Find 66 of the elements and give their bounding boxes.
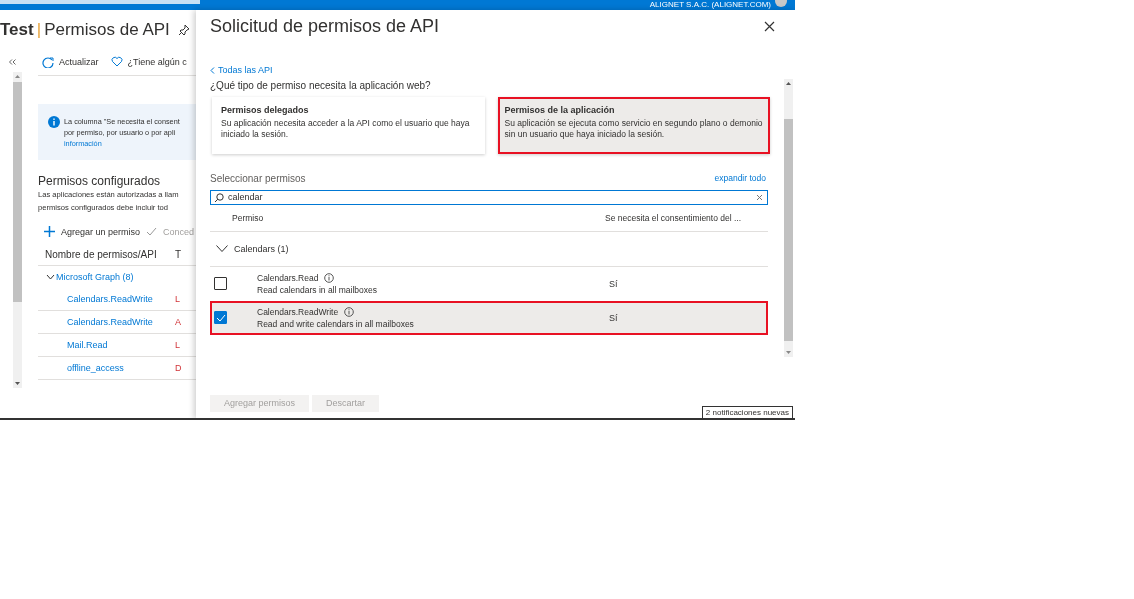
permission-link[interactable]: Calendars.ReadWrite [67,294,175,304]
search-bar[interactable] [0,0,200,4]
blade-title: Permisos de API [44,20,170,40]
refresh-icon [42,55,54,68]
back-link[interactable]: Todas las API [210,65,273,75]
permission-type-card[interactable]: Permisos delegados Su aplicación necesita acceder a la API como el usuario que haya iniciado la sesión. [212,96,485,154]
permission-description: Read and write calendars in all mailboxes [257,318,415,329]
blade-title: Test [0,20,34,40]
table-cell: Sí [609,278,618,289]
refresh-button[interactable]: Actualizar [42,55,99,68]
column-header: T [175,248,182,260]
scroll-thumb[interactable] [13,82,22,302]
title-separator: | [36,20,42,40]
info-icon [344,306,355,317]
expand-all-link[interactable]: expandir todo [714,173,766,183]
card-text: Su aplicación necesita acceder a la API como el usuario que haya iniciado la sesión. [221,117,471,140]
check-icon [146,227,158,236]
account-name: ALIGNET S.A.C. (ALIGNET.COM) [649,0,771,10]
permission-name: Calendars.Read [257,272,319,283]
permission-link[interactable]: Mail.Read [67,340,175,350]
column-header: Permiso [231,212,265,223]
table-cell: A [175,317,181,327]
table-cell: L [175,294,180,304]
chevron-icon [216,245,228,252]
scroll-up-icon [13,72,22,80]
heart-icon [110,56,123,67]
permission-link[interactable]: offline_access [67,363,175,373]
grant-button[interactable]: Conced [146,226,195,237]
permission-name: Calendars.ReadWrite [257,306,339,317]
chevron-icon [210,66,215,74]
table-cell: D [175,363,182,373]
column-header: Nombre de permisos/API [45,248,158,260]
table-cell: Sí [609,312,618,323]
column-header: Se necesita el consentimiento del ... [605,212,742,223]
question-text: ¿Qué tipo de permiso necesita la aplicación web? [210,79,432,91]
clear-icon [756,193,763,201]
checkbox[interactable] [214,311,227,324]
plus-icon [44,226,55,237]
checkbox[interactable] [214,277,227,290]
permission-type-card[interactable]: Permisos de la aplicación Su aplicación se ejecuta como servicio en segundo plano o demonio sin un usuario que haya iniciado la sesión. [497,96,770,154]
info-icon [324,272,335,283]
scrollbar[interactable] [784,78,793,357]
section-title: Permisos configurados [38,174,162,188]
search-field[interactable]: calendar [210,189,768,205]
panel-title: Solicitud de permisos de API [210,15,440,37]
info-icon [48,116,60,128]
collapse-icon[interactable] [9,59,16,65]
pin-icon [177,24,190,36]
card-text: Su aplicación se ejecuta como servicio en segundo plano o demonio sin un usuario que haya iniciado la sesión. [504,117,763,140]
add-permission-button[interactable]: Agregar un permiso [44,226,141,237]
section-label: Seleccionar permisos [210,172,306,184]
scroll-thumb[interactable] [784,118,793,341]
group-toggle[interactable]: Calendars (1) [210,243,289,254]
permission-link[interactable]: Calendars.ReadWrite [67,317,175,327]
card-title: Permisos delegados [221,104,310,115]
avatar-icon [775,0,787,8]
search-icon [214,192,224,203]
scroll-down-icon [13,380,22,388]
table-cell: L [175,340,180,350]
scroll-down-icon [784,348,793,357]
group-link[interactable]: Microsoft Graph (8) [56,272,134,282]
feedback-button[interactable]: ¿Tiene algún c [110,56,187,67]
card-title: Permisos de la aplicación [504,104,616,115]
close-icon [764,20,775,32]
scrollbar[interactable] [13,72,22,388]
permission-description: Read calendars in all mailboxes [257,284,378,295]
